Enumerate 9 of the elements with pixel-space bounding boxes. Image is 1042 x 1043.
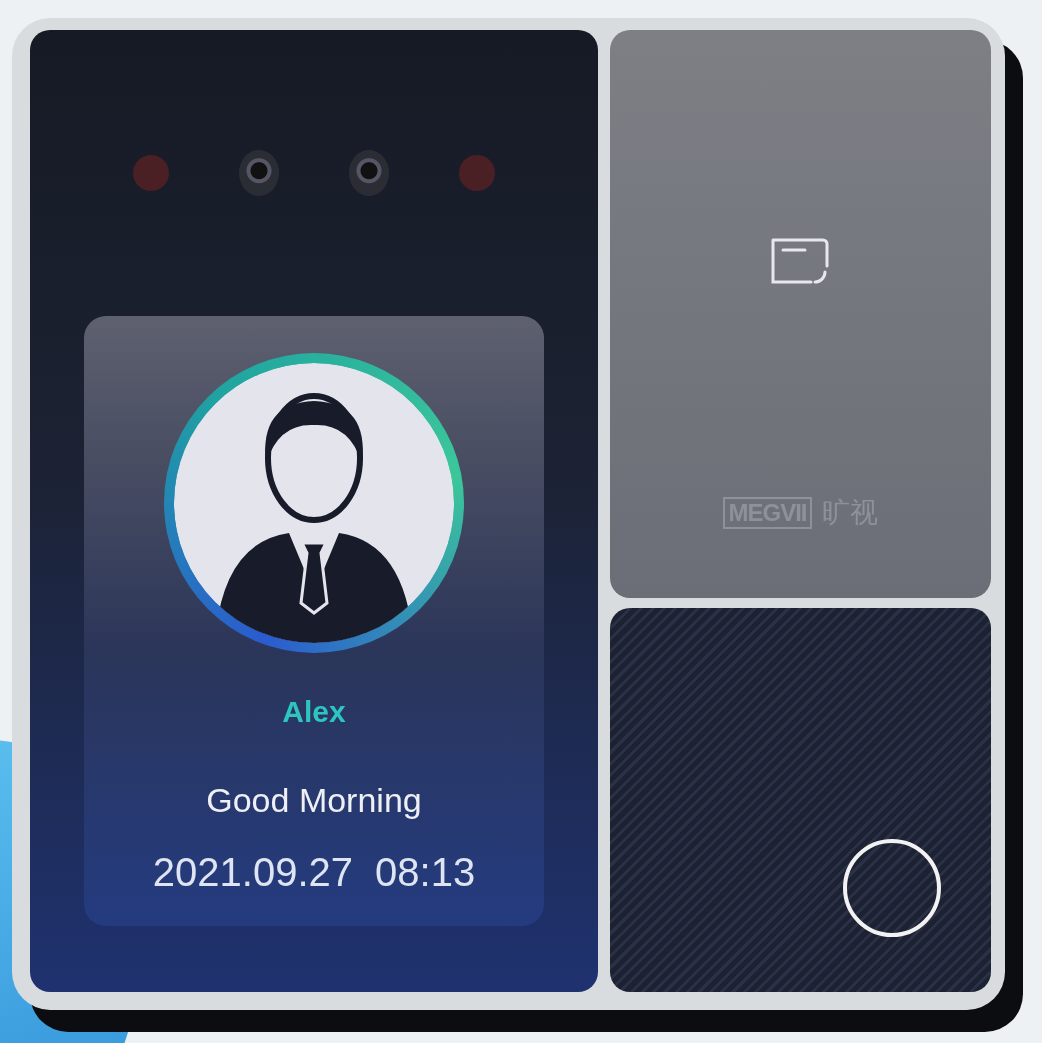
indicator-light [459, 155, 495, 191]
date-text: 2021.09.27 [152, 850, 354, 895]
fingerprint-ring[interactable] [843, 839, 941, 937]
camera-lens [349, 150, 389, 196]
camera-lens [239, 150, 279, 196]
user-name: Alex [282, 695, 346, 729]
indicator-light [133, 155, 169, 191]
time-text: 08:13 [375, 850, 476, 895]
greeting-text: Good Morning [206, 781, 422, 820]
